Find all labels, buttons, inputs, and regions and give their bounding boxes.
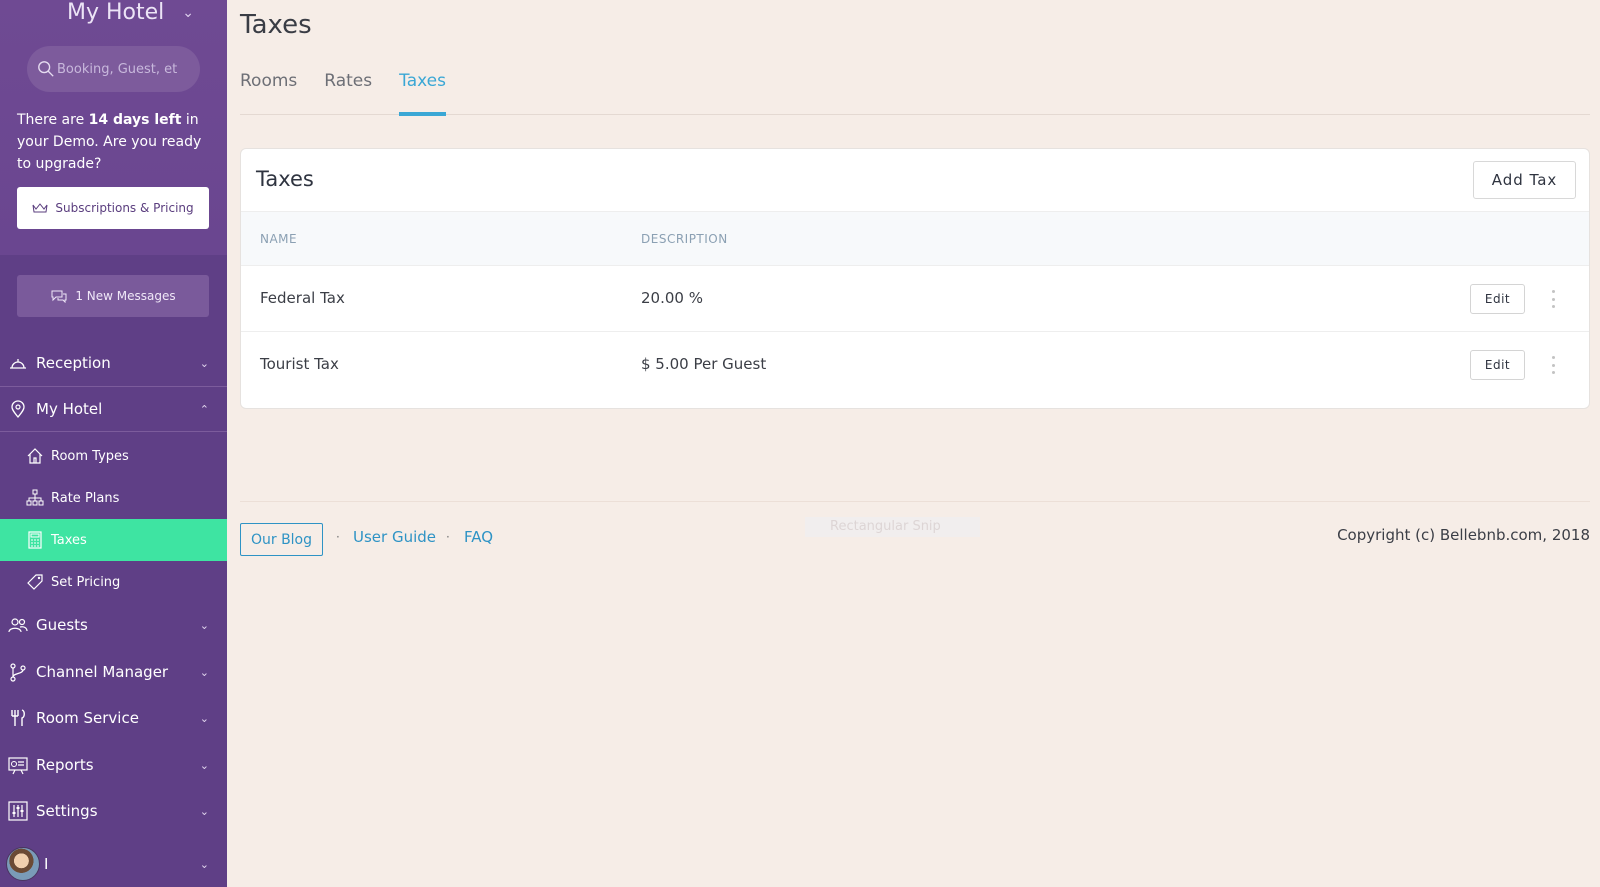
column-header-name: NAME [260,232,298,246]
nav-my-hotel[interactable]: My Hotel ⌃ [0,386,227,432]
fork-knife-icon [8,708,28,728]
table-row: Tourist Tax $ 5.00 Per Guest Edit [241,332,1589,398]
chevron-down-icon: ⌄ [199,665,209,679]
chevron-down-icon: ⌄ [199,804,209,818]
chevron-down-icon: ⌄ [182,4,195,21]
hotel-name: My Hotel [67,0,165,25]
nav-label: Settings [36,802,98,820]
add-tax-button[interactable]: Add Tax [1473,161,1576,199]
table-row: Federal Tax 20.00 % Edit [241,266,1589,332]
tax-description: 20.00 % [641,289,703,307]
nav-label: Rate Plans [51,490,120,506]
git-branch-icon [8,662,28,682]
faq-link[interactable]: FAQ [464,528,493,546]
demo-prefix: There are [17,112,89,128]
hotel-switcher[interactable]: My Hotel ⌄ [67,0,194,25]
nav-label: Reception [36,354,111,372]
user-name: I [44,855,49,873]
nav-label: Room Service [36,709,139,727]
nav-set-pricing[interactable]: Set Pricing [0,561,227,603]
nav-label: My Hotel [36,400,103,418]
nav-label: Channel Manager [36,663,169,681]
chevron-up-icon: ⌃ [199,402,209,416]
more-vertical-icon[interactable] [1551,290,1555,308]
footer: Our Blog · User Guide · FAQ Rectangular … [240,501,1590,561]
chevron-down-icon: ⌄ [199,758,209,772]
nav-label: Set Pricing [51,574,121,590]
search-icon [38,61,54,77]
nav-room-service[interactable]: Room Service ⌄ [0,695,227,741]
house-icon [26,447,44,465]
tab-rates[interactable]: Rates [324,70,372,115]
our-blog-link[interactable]: Our Blog [240,523,323,556]
card-header: Taxes Add Tax [241,149,1589,212]
crown-icon [32,203,48,213]
nav-guests[interactable]: Guests ⌄ [0,602,227,648]
nav-label: Room Types [51,448,129,464]
nav-label: Taxes [51,532,87,548]
main-content: Taxes Rooms Rates Taxes Taxes Add Tax NA… [240,0,1590,887]
user-menu[interactable]: I ⌄ [0,844,227,884]
chevron-down-icon: ⌄ [199,857,209,871]
calculator-icon [26,531,44,549]
snip-overlay: Rectangular Snip [805,517,980,537]
user-guide-link[interactable]: User Guide [353,528,436,546]
tax-name: Federal Tax [260,289,345,307]
messages-label: 1 New Messages [75,289,176,303]
nav-taxes[interactable]: Taxes [0,519,227,561]
tab-taxes[interactable]: Taxes [399,70,446,116]
search-input[interactable] [57,61,192,77]
chevron-down-icon: ⌄ [199,356,209,370]
users-icon [8,615,28,635]
nav-reports[interactable]: Reports ⌄ [0,742,227,788]
location-pin-icon [8,399,28,419]
card-title: Taxes [256,167,314,191]
chat-icon [51,290,67,303]
nav-channel-manager[interactable]: Channel Manager ⌄ [0,649,227,695]
avatar [6,847,40,881]
chevron-down-icon: ⌄ [199,618,209,632]
nav-label: Guests [36,616,88,634]
demo-notice: There are 14 days left in your Demo. Are… [17,109,217,175]
tab-bar: Rooms Rates Taxes [240,70,1590,116]
nav-rate-plans[interactable]: Rate Plans [0,477,227,519]
nav-settings[interactable]: Settings ⌄ [0,788,227,834]
messages-button[interactable]: 1 New Messages [17,275,209,317]
bell-desk-icon [8,353,28,373]
chevron-down-icon: ⌄ [199,711,209,725]
page-title: Taxes [240,10,312,40]
column-header-description: DESCRIPTION [641,232,728,246]
sidebar: My Hotel ⌄ There are 14 days left in you… [0,0,227,887]
subscriptions-button[interactable]: Subscriptions & Pricing [17,187,209,229]
more-vertical-icon[interactable] [1551,356,1555,374]
copyright: Copyright (c) Bellebnb.com, 2018 [1337,526,1590,544]
separator: · [336,530,340,544]
taxes-card: Taxes Add Tax NAME DESCRIPTION Federal T… [240,148,1590,409]
presentation-icon [8,755,28,775]
edit-button[interactable]: Edit [1470,284,1525,314]
nav-room-types[interactable]: Room Types [0,435,227,477]
sliders-icon [8,801,28,821]
tab-rooms[interactable]: Rooms [240,70,297,115]
nav-reception[interactable]: Reception ⌄ [0,340,227,386]
subscriptions-label: Subscriptions & Pricing [55,201,194,215]
edit-button[interactable]: Edit [1470,350,1525,380]
nav-label: Reports [36,756,94,774]
hierarchy-icon [26,489,44,507]
tax-description: $ 5.00 Per Guest [641,355,767,373]
table-header: NAME DESCRIPTION [241,212,1589,266]
price-tag-icon [26,573,44,591]
tax-name: Tourist Tax [260,355,339,373]
sidebar-header: My Hotel ⌄ There are 14 days left in you… [0,0,227,255]
separator: · [446,530,450,544]
demo-days: 14 days left [88,112,182,128]
search-box[interactable] [27,46,200,92]
